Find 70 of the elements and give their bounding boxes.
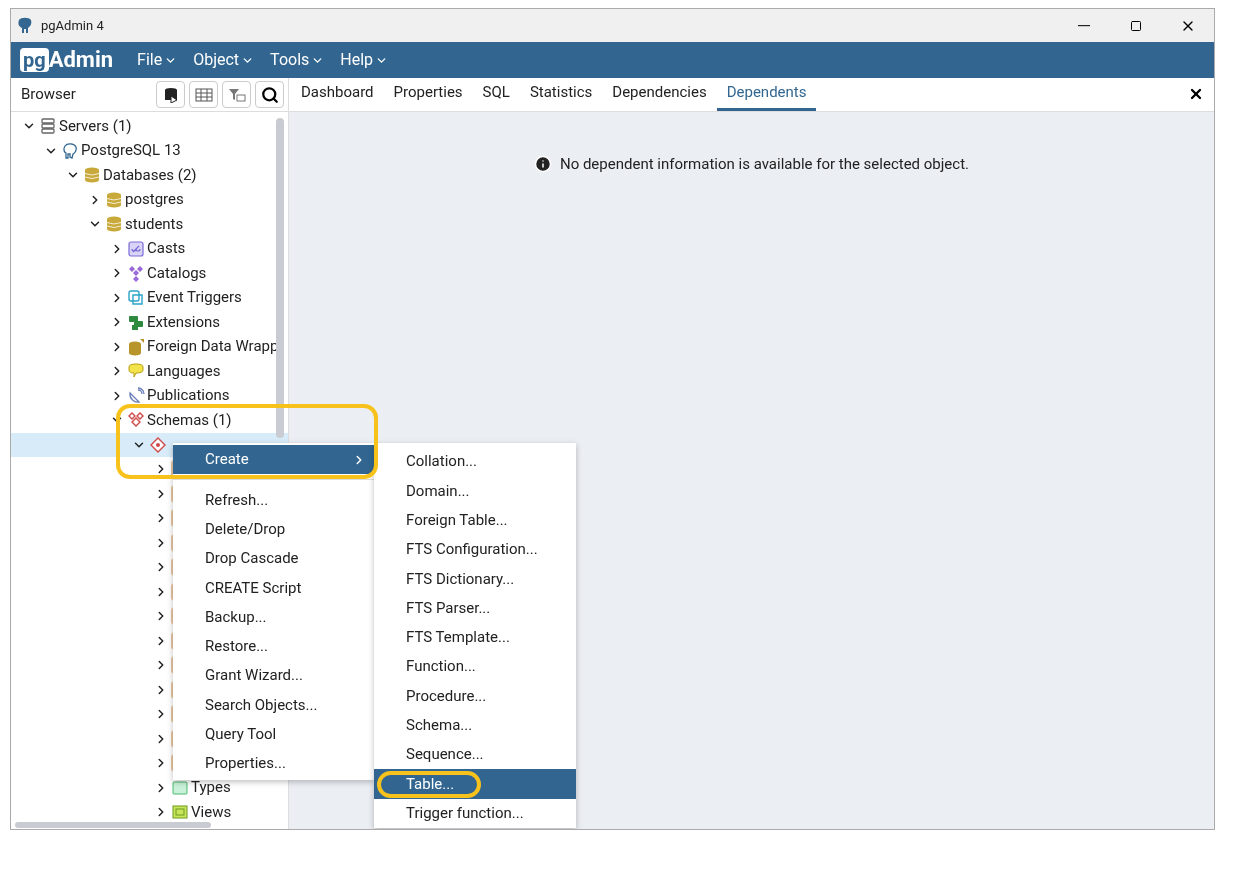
filter-icon [227, 87, 246, 102]
database-icon [127, 337, 145, 356]
database-icon [83, 166, 101, 185]
tab[interactable]: Dependencies [602, 77, 717, 111]
diamond-icon [149, 435, 167, 454]
tab[interactable]: Dashboard [291, 77, 384, 111]
database-icon [105, 215, 123, 234]
cast-icon [127, 239, 145, 258]
tree-node-label[interactable]: Types [191, 779, 231, 797]
menu-item[interactable]: Create [173, 445, 374, 475]
search-button[interactable] [255, 81, 284, 108]
menu-button[interactable]: Help [340, 48, 389, 72]
tab[interactable]: Statistics [519, 77, 603, 111]
tree-node-label[interactable]: Databases (2) [103, 166, 197, 184]
menu-item[interactable]: Procedure... [374, 681, 576, 711]
filter-button[interactable] [222, 81, 251, 108]
tree-node-label[interactable]: Languages [147, 362, 221, 380]
menu-item[interactable]: FTS Parser... [374, 593, 576, 623]
menu-item[interactable]: Foreign Table... [374, 505, 576, 535]
tree-node-label[interactable]: students [125, 215, 184, 233]
horizontal-scrollbar[interactable] [15, 822, 211, 828]
view-data-button[interactable] [189, 81, 218, 108]
vertical-scrollbar[interactable] [276, 118, 284, 438]
tree-node-label[interactable]: Servers (1) [59, 117, 132, 135]
database-icon [162, 86, 179, 103]
tab[interactable]: Dependents [716, 77, 817, 111]
elephant-icon [61, 141, 79, 160]
close-icon [1188, 86, 1204, 102]
menu-item[interactable]: Trigger function... [374, 798, 576, 828]
panel-title: Browser [21, 84, 76, 106]
menu-item[interactable]: Schema... [374, 710, 576, 740]
diamonds-icon [127, 264, 145, 283]
tree-node-label[interactable]: PostgreSQL 13 [81, 142, 181, 160]
tree-node-label[interactable]: Publications [147, 387, 230, 405]
server-stack-icon [39, 117, 57, 136]
satellite-dish-icon [127, 386, 145, 405]
trigger-icon [127, 288, 145, 307]
menu-item[interactable]: FTS Configuration... [374, 534, 576, 565]
menu-button[interactable]: Tools [270, 48, 325, 72]
app-logo: pgAdmin [20, 48, 114, 72]
types-icon [171, 778, 189, 797]
menu-item[interactable]: Domain... [374, 476, 576, 506]
menu-item[interactable]: Sequence... [374, 739, 576, 770]
tree-node-label[interactable]: Schemas (1) [147, 411, 232, 429]
tree-node-label[interactable]: Event Triggers [147, 289, 242, 307]
database-icon [105, 190, 123, 209]
tree-node-label[interactable]: Extensions [147, 313, 221, 331]
query-tool-button[interactable] [156, 81, 185, 108]
menu-item[interactable]: Collation... [374, 447, 576, 477]
maximize-icon [1130, 19, 1142, 32]
menu-item[interactable]: FTS Template... [374, 622, 576, 653]
window-title: pgAdmin 4 [41, 16, 104, 35]
tree-node-label[interactable]: Catalogs [147, 264, 207, 282]
tree-node-label[interactable]: Views [191, 803, 232, 821]
info-message: No dependent information is available for the selected object. [559, 154, 970, 175]
menu-item[interactable]: Function... [374, 652, 576, 682]
tab[interactable]: Properties [383, 77, 473, 111]
info-icon [533, 155, 552, 174]
tree-node-label[interactable]: Casts [147, 240, 186, 258]
menu-item[interactable]: FTS Dictionary... [374, 564, 576, 594]
elephant-icon [17, 16, 33, 35]
tab[interactable]: SQL [472, 77, 520, 111]
minimize-icon [1078, 24, 1090, 27]
menu-button[interactable]: Object [193, 48, 255, 72]
views-icon [171, 803, 189, 822]
puzzle-icon [127, 313, 145, 332]
tree-node-label[interactable]: postgres [125, 191, 184, 209]
menu-button[interactable]: File [137, 48, 178, 72]
search-icon [260, 85, 279, 104]
table-icon [194, 87, 213, 102]
